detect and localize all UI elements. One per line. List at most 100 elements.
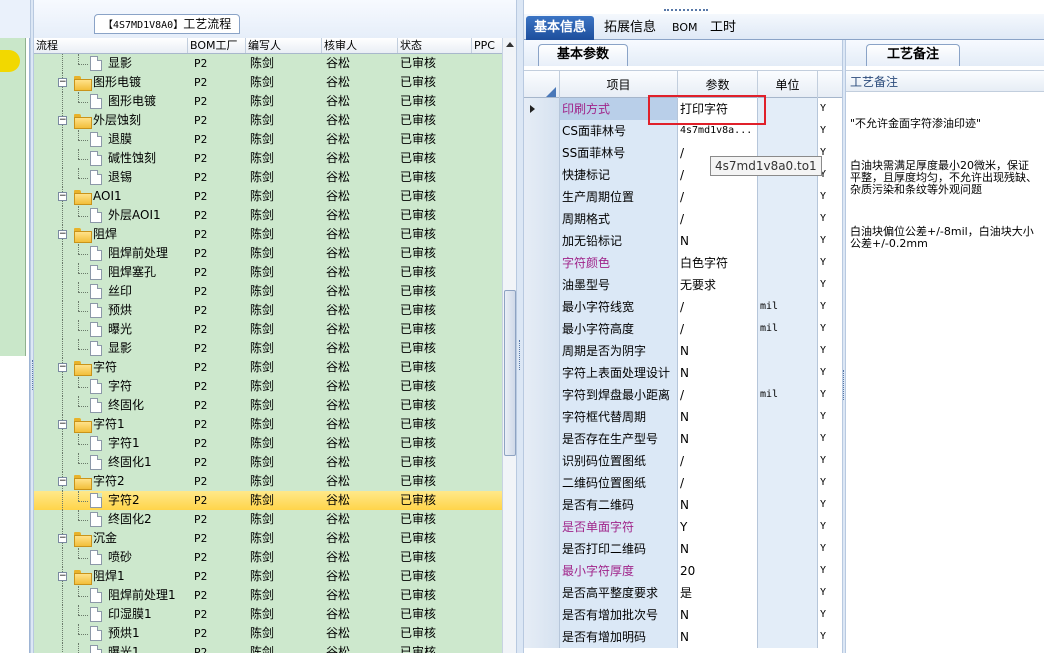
tab-basic-params[interactable]: 基本参数 bbox=[538, 44, 629, 66]
top-splitter-grip[interactable] bbox=[664, 9, 708, 13]
tree-row[interactable]: − 图形电镀 P2 陈剑 谷松 已审核 bbox=[34, 73, 502, 92]
tree-row[interactable]: − 字符2 P2 陈剑 谷松 已审核 bbox=[34, 472, 502, 491]
row-selector[interactable] bbox=[524, 186, 560, 208]
col-header-ppc[interactable]: PPC bbox=[472, 38, 502, 53]
param-value[interactable]: / bbox=[678, 450, 758, 472]
row-selector[interactable] bbox=[524, 494, 560, 516]
panel-title-tab[interactable]: 【4S7MD1V8A0】工艺流程 bbox=[94, 14, 241, 34]
tree-row[interactable]: − AOI1 P2 陈剑 谷松 已审核 bbox=[34, 187, 502, 206]
param-value[interactable]: / bbox=[678, 384, 758, 406]
param-row[interactable]: 字符颜色 白色字符 Y bbox=[524, 252, 842, 274]
tree-row[interactable]: 印湿膜1 P2 陈剑 谷松 已审核 bbox=[34, 605, 502, 624]
tree-row[interactable]: 预烘1 P2 陈剑 谷松 已审核 bbox=[34, 624, 502, 643]
row-selector[interactable] bbox=[524, 296, 560, 318]
row-selector[interactable] bbox=[524, 120, 560, 142]
row-selector[interactable] bbox=[524, 362, 560, 384]
row-selector[interactable] bbox=[524, 538, 560, 560]
param-value[interactable]: N bbox=[678, 494, 758, 516]
param-value[interactable]: N bbox=[678, 230, 758, 252]
param-row[interactable]: 最小字符线宽 / mil Y bbox=[524, 296, 842, 318]
param-row[interactable]: 周期是否为阴字 N Y bbox=[524, 340, 842, 362]
param-row[interactable]: 最小字符厚度 20 Y bbox=[524, 560, 842, 582]
row-selector[interactable] bbox=[524, 560, 560, 582]
tree-row[interactable]: 退锡 P2 陈剑 谷松 已审核 bbox=[34, 168, 502, 187]
param-row[interactable]: 字符框代替周期 N Y bbox=[524, 406, 842, 428]
tree-row[interactable]: − 字符1 P2 陈剑 谷松 已审核 bbox=[34, 415, 502, 434]
tree-row[interactable]: 显影 P2 陈剑 谷松 已审核 bbox=[34, 339, 502, 358]
tree-row[interactable]: 终固化1 P2 陈剑 谷松 已审核 bbox=[34, 453, 502, 472]
param-value[interactable]: 是 bbox=[678, 582, 758, 604]
splitter-middle[interactable] bbox=[516, 0, 524, 653]
tree-row[interactable]: − 外层蚀刻 P2 陈剑 谷松 已审核 bbox=[34, 111, 502, 130]
row-selector[interactable] bbox=[524, 604, 560, 626]
tree-row[interactable]: − 字符 P2 陈剑 谷松 已审核 bbox=[34, 358, 502, 377]
row-selector[interactable] bbox=[524, 428, 560, 450]
param-row[interactable]: 油墨型号 无要求 Y bbox=[524, 274, 842, 296]
param-value[interactable]: / bbox=[678, 208, 758, 230]
tree-row[interactable]: 退膜 P2 陈剑 谷松 已审核 bbox=[34, 130, 502, 149]
row-selector[interactable] bbox=[524, 626, 560, 648]
col-header-flag[interactable] bbox=[818, 71, 842, 99]
row-selector[interactable] bbox=[524, 98, 560, 120]
tree-row[interactable]: 字符 P2 陈剑 谷松 已审核 bbox=[34, 377, 502, 396]
tree-row[interactable]: 曝光 P2 陈剑 谷松 已审核 bbox=[34, 320, 502, 339]
tree-row[interactable]: 终固化 P2 陈剑 谷松 已审核 bbox=[34, 396, 502, 415]
tab-bom[interactable]: BOM bbox=[664, 16, 706, 40]
tree-row[interactable]: 外层AOI1 P2 陈剑 谷松 已审核 bbox=[34, 206, 502, 225]
tree-row[interactable]: 字符1 P2 陈剑 谷松 已审核 bbox=[34, 434, 502, 453]
param-row[interactable]: 生产周期位置 / Y bbox=[524, 186, 842, 208]
param-row[interactable]: 是否高平整度要求是 Y bbox=[524, 582, 842, 604]
param-row[interactable]: 是否有增加明码 N Y bbox=[524, 626, 842, 648]
tree-row[interactable]: 喷砂 P2 陈剑 谷松 已审核 bbox=[34, 548, 502, 567]
tree-row[interactable]: − 阻焊 P2 陈剑 谷松 已审核 bbox=[34, 225, 502, 244]
col-header-bom[interactable]: BOM工厂 bbox=[188, 38, 246, 53]
param-value[interactable]: N bbox=[678, 340, 758, 362]
tree-scrollbar[interactable] bbox=[502, 38, 516, 653]
col-header-unit[interactable]: 单位 bbox=[758, 71, 818, 99]
col-header-process[interactable]: 流程 bbox=[34, 38, 188, 53]
row-selector[interactable] bbox=[524, 318, 560, 340]
row-selector[interactable] bbox=[524, 164, 560, 186]
param-row[interactable]: 是否有二维码 N Y bbox=[524, 494, 842, 516]
param-row[interactable]: 周期格式 / Y bbox=[524, 208, 842, 230]
tree-row[interactable]: 阻焊前处理1 P2 陈剑 谷松 已审核 bbox=[34, 586, 502, 605]
tree-row[interactable]: 图形电镀 P2 陈剑 谷松 已审核 bbox=[34, 92, 502, 111]
param-row[interactable]: 是否打印二维码 N Y bbox=[524, 538, 842, 560]
tab-basic-info[interactable]: 基本信息 bbox=[526, 16, 595, 40]
param-row[interactable]: 识别码位置图纸 / Y bbox=[524, 450, 842, 472]
row-selector[interactable] bbox=[524, 384, 560, 406]
param-value[interactable]: / bbox=[678, 472, 758, 494]
tree-row[interactable]: 终固化2 P2 陈剑 谷松 已审核 bbox=[34, 510, 502, 529]
scroll-thumb[interactable] bbox=[504, 290, 516, 456]
param-row[interactable]: 字符上表面处理设计 N Y bbox=[524, 362, 842, 384]
tab-extended-info[interactable]: 拓展信息 bbox=[596, 16, 664, 40]
param-row[interactable]: 是否单面字符 Y Y bbox=[524, 516, 842, 538]
param-value[interactable]: N bbox=[678, 406, 758, 428]
param-value[interactable]: 无要求 bbox=[678, 274, 758, 296]
col-header-reviewer[interactable]: 核审人 bbox=[322, 38, 398, 53]
row-selector[interactable] bbox=[524, 252, 560, 274]
tab-process-notes[interactable]: 工艺备注 bbox=[866, 44, 960, 66]
col-header-writer[interactable]: 编写人 bbox=[246, 38, 322, 53]
param-value[interactable]: / bbox=[678, 186, 758, 208]
row-selector[interactable] bbox=[524, 516, 560, 538]
tree-row[interactable]: 丝印 P2 陈剑 谷松 已审核 bbox=[34, 282, 502, 301]
row-selector[interactable] bbox=[524, 230, 560, 252]
notes-text[interactable]: "不允许金面字符渗油印迹" 白油块需满足厚度最小20微米，保证 平整，且厚度均匀… bbox=[850, 94, 1044, 280]
col-header-status[interactable]: 状态 bbox=[398, 38, 472, 53]
param-value[interactable]: / bbox=[678, 296, 758, 318]
param-row[interactable]: 是否存在生产型号 N Y bbox=[524, 428, 842, 450]
param-value[interactable]: N bbox=[678, 538, 758, 560]
param-row[interactable]: 二维码位置图纸 / Y bbox=[524, 472, 842, 494]
row-selector[interactable] bbox=[524, 274, 560, 296]
row-selector[interactable] bbox=[524, 208, 560, 230]
param-value[interactable]: N bbox=[678, 604, 758, 626]
param-value[interactable]: N bbox=[678, 626, 758, 648]
tree-row[interactable]: − 阻焊1 P2 陈剑 谷松 已审核 bbox=[34, 567, 502, 586]
param-row[interactable]: 最小字符高度 / mil Y bbox=[524, 318, 842, 340]
tree-row[interactable]: 阻焊前处理 P2 陈剑 谷松 已审核 bbox=[34, 244, 502, 263]
tree-row[interactable]: 碱性蚀刻 P2 陈剑 谷松 已审核 bbox=[34, 149, 502, 168]
tree-row[interactable]: 字符2 P2 陈剑 谷松 已审核 bbox=[34, 491, 502, 510]
tree-row[interactable]: 显影 P2 陈剑 谷松 已审核 bbox=[34, 54, 502, 73]
tree-row[interactable]: − 沉金 P2 陈剑 谷松 已审核 bbox=[34, 529, 502, 548]
